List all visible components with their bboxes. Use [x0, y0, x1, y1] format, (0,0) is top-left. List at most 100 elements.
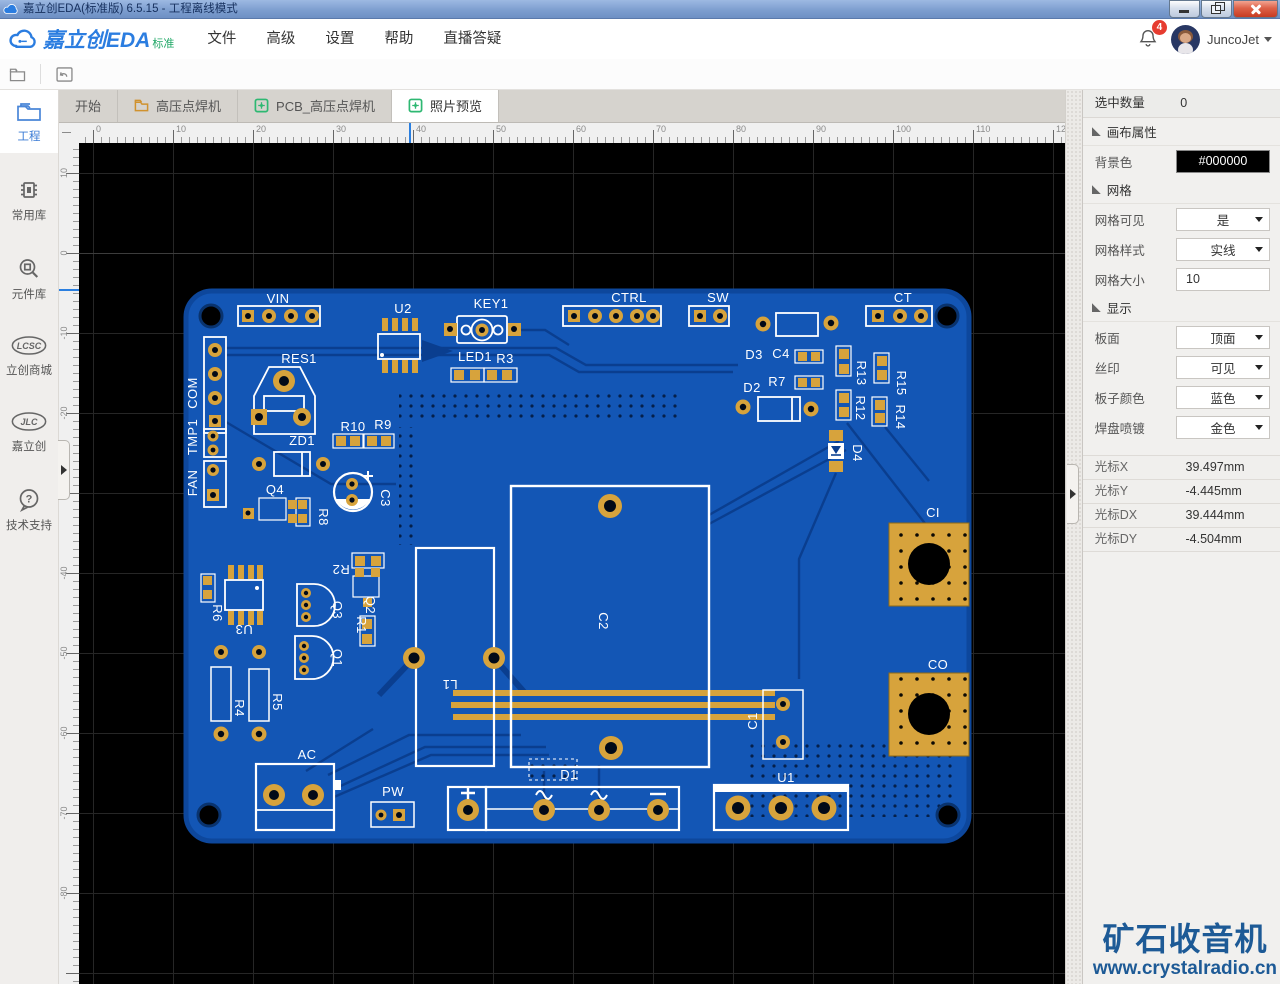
ref-label-R1: R1	[354, 616, 369, 633]
window-title: 嘉立创EDA(标准版) 6.5.15 - 工程离线模式	[23, 3, 238, 15]
sidebar-item-label: 常用库	[11, 210, 47, 222]
bg-color-label: 背景色	[1094, 155, 1133, 170]
left-sidebar: 工程常用库元件库 LCSC 立创商城 JLC 嘉立创 ? 技术支持	[0, 90, 59, 984]
cursor-dx-label: 光标DX	[1094, 508, 1138, 522]
app-logo: 嘉立创EDA 标准	[8, 24, 174, 54]
pcb-doc-icon	[408, 98, 423, 113]
board-color-select[interactable]: 蓝色	[1176, 385, 1270, 409]
sidebar-item-jlc[interactable]: JLC 嘉立创	[0, 401, 58, 463]
grid-size-input[interactable]: 10	[1176, 267, 1270, 291]
tab-3[interactable]: 照片预览	[392, 90, 500, 122]
ref-label-R13: R13	[854, 360, 869, 385]
tab-1[interactable]: 高压点焊机	[118, 90, 239, 122]
minimize-button[interactable]	[1169, 0, 1200, 18]
hruler-tick-label: 80	[736, 123, 747, 134]
grid-visible-select[interactable]: 是	[1176, 207, 1270, 231]
property-row-grid-style: 网格样式 实线	[1083, 234, 1280, 264]
tab-0[interactable]: 开始	[59, 90, 119, 122]
property-row-pad-plating: 焊盘喷镀 金色	[1083, 412, 1280, 442]
menu-item-2[interactable]: 设置	[310, 19, 369, 59]
app-icon	[3, 2, 19, 16]
collapse-triangle-icon	[1091, 127, 1101, 136]
cursor-dy-value: -4.504mm	[1185, 532, 1242, 546]
pcb-terminal-co	[888, 672, 970, 757]
vruler-tick-label: 10	[59, 167, 69, 178]
hruler-tick-label: 20	[256, 123, 267, 134]
section-header-2[interactable]: 显示	[1082, 294, 1280, 322]
cursor-dy-label: 光标DY	[1094, 532, 1138, 546]
ref-label-R3: R3	[496, 351, 513, 366]
sidebar-item-common-lib[interactable]: 常用库	[0, 167, 58, 232]
vruler-tick-label: -50	[59, 646, 69, 660]
ref-label-AC: AC	[298, 747, 317, 762]
grid-style-select[interactable]: 实线	[1176, 237, 1270, 261]
cursor-y-value: -4.445mm	[1185, 484, 1242, 498]
board-side-label: 板面	[1094, 331, 1120, 346]
tab-2[interactable]: PCB_高压点焊机	[238, 90, 392, 122]
sidebar-collapse-handle[interactable]	[58, 440, 70, 500]
vruler-tick-label: -20	[59, 406, 69, 420]
selected-count-label: 选中数量	[1094, 96, 1145, 110]
save-project-button[interactable]	[0, 61, 34, 87]
ref-label-R6: R6	[210, 604, 225, 621]
user-menu[interactable]: JuncoJet	[1207, 32, 1259, 47]
menu-item-4[interactable]: 直播答疑	[428, 19, 516, 59]
rightpanel-collapse-handle[interactable]	[1067, 464, 1079, 524]
menu-item-3[interactable]: 帮助	[369, 19, 428, 59]
silkscreen-select[interactable]: 可见	[1176, 355, 1270, 379]
chevron-down-icon	[1255, 364, 1263, 370]
close-button[interactable]	[1233, 0, 1278, 18]
hruler-tick-label: 100	[896, 123, 912, 134]
menu-item-0[interactable]: 文件	[192, 19, 251, 59]
pcb-board-render[interactable]: VIN U2 KEY1 CTRL SW CT COM RES1 LED1 R3 D3 C4 R7 D2 R1…	[79, 143, 1065, 984]
sidebar-item-parts-lib[interactable]: 元件库	[0, 246, 58, 311]
section-title: 画布属性	[1106, 126, 1157, 140]
property-row-board-side: 板面 顶面	[1083, 322, 1280, 352]
avatar[interactable]	[1170, 24, 1200, 54]
panel-splitter[interactable]	[1065, 90, 1082, 984]
notification-bell-icon[interactable]: 4	[1137, 20, 1167, 51]
bg-color-swatch[interactable]: #000000	[1176, 149, 1270, 173]
pad-plating-select[interactable]: 金色	[1176, 415, 1270, 439]
cursor-dy-row: 光标DY -4.504mm	[1082, 528, 1280, 552]
property-row-grid-visible: 网格可见 是	[1083, 204, 1280, 234]
ref-label-Q1: Q1	[330, 649, 345, 667]
ref-label-R9: R9	[374, 417, 391, 432]
ref-label-D4: D4	[850, 444, 865, 461]
sidebar-item-label: 嘉立创	[11, 441, 47, 453]
ref-label-R5: R5	[270, 693, 285, 710]
ref-label-R10: R10	[340, 419, 365, 434]
sidebar-item-lcsc-mall[interactable]: LCSC 立创商城	[0, 325, 58, 387]
cursor-marker-y	[59, 288, 79, 291]
photo-preview-button[interactable]	[47, 61, 81, 87]
folder-icon	[9, 68, 25, 81]
logo-badge: 标准	[152, 38, 175, 50]
restore-button[interactable]	[1201, 0, 1232, 18]
project-icon	[15, 100, 43, 128]
menu-item-1[interactable]: 高级	[251, 19, 310, 59]
board-side-select[interactable]: 顶面	[1176, 325, 1270, 349]
cursor-y-row: 光标Y -4.445mm	[1082, 480, 1280, 504]
chevron-down-icon	[1255, 424, 1263, 430]
vruler-tick-label: -40	[59, 566, 69, 580]
window-titlebar: 嘉立创EDA(标准版) 6.5.15 - 工程离线模式	[0, 0, 1280, 19]
hruler-tick-label: 50	[496, 123, 507, 134]
section-header-1[interactable]: 网格	[1082, 176, 1280, 204]
hruler-tick-label: 40	[416, 123, 427, 134]
common-lib-icon	[16, 177, 42, 205]
lcsc-mall-icon: LCSC	[10, 335, 48, 363]
property-row-board-color: 板子颜色 蓝色	[1083, 382, 1280, 412]
section-header-0[interactable]: 画布属性	[1082, 118, 1280, 146]
property-row-bg-color: 背景色 #000000	[1083, 146, 1280, 176]
selected-count-row: 选中数量 0	[1082, 90, 1280, 118]
chevron-down-icon	[1255, 334, 1263, 340]
board-color-label: 板子颜色	[1094, 391, 1145, 406]
pcb-preview-canvas: 0102030405060708090100110120 100-10-20-3…	[59, 122, 1071, 984]
ref-label-D3: D3	[745, 347, 762, 362]
selected-count-value: 0	[1180, 96, 1188, 110]
properties-panel: 选中数量 0 画布属性 背景色 #000000 网格 网格可见 是网格样式 实线 网格大小 10…	[1081, 90, 1280, 984]
photo-export-icon	[55, 66, 73, 82]
ref-label-FAN: FAN	[185, 470, 200, 496]
sidebar-item-support[interactable]: ? 技术支持	[0, 477, 58, 542]
sidebar-item-project[interactable]: 工程	[0, 90, 58, 153]
